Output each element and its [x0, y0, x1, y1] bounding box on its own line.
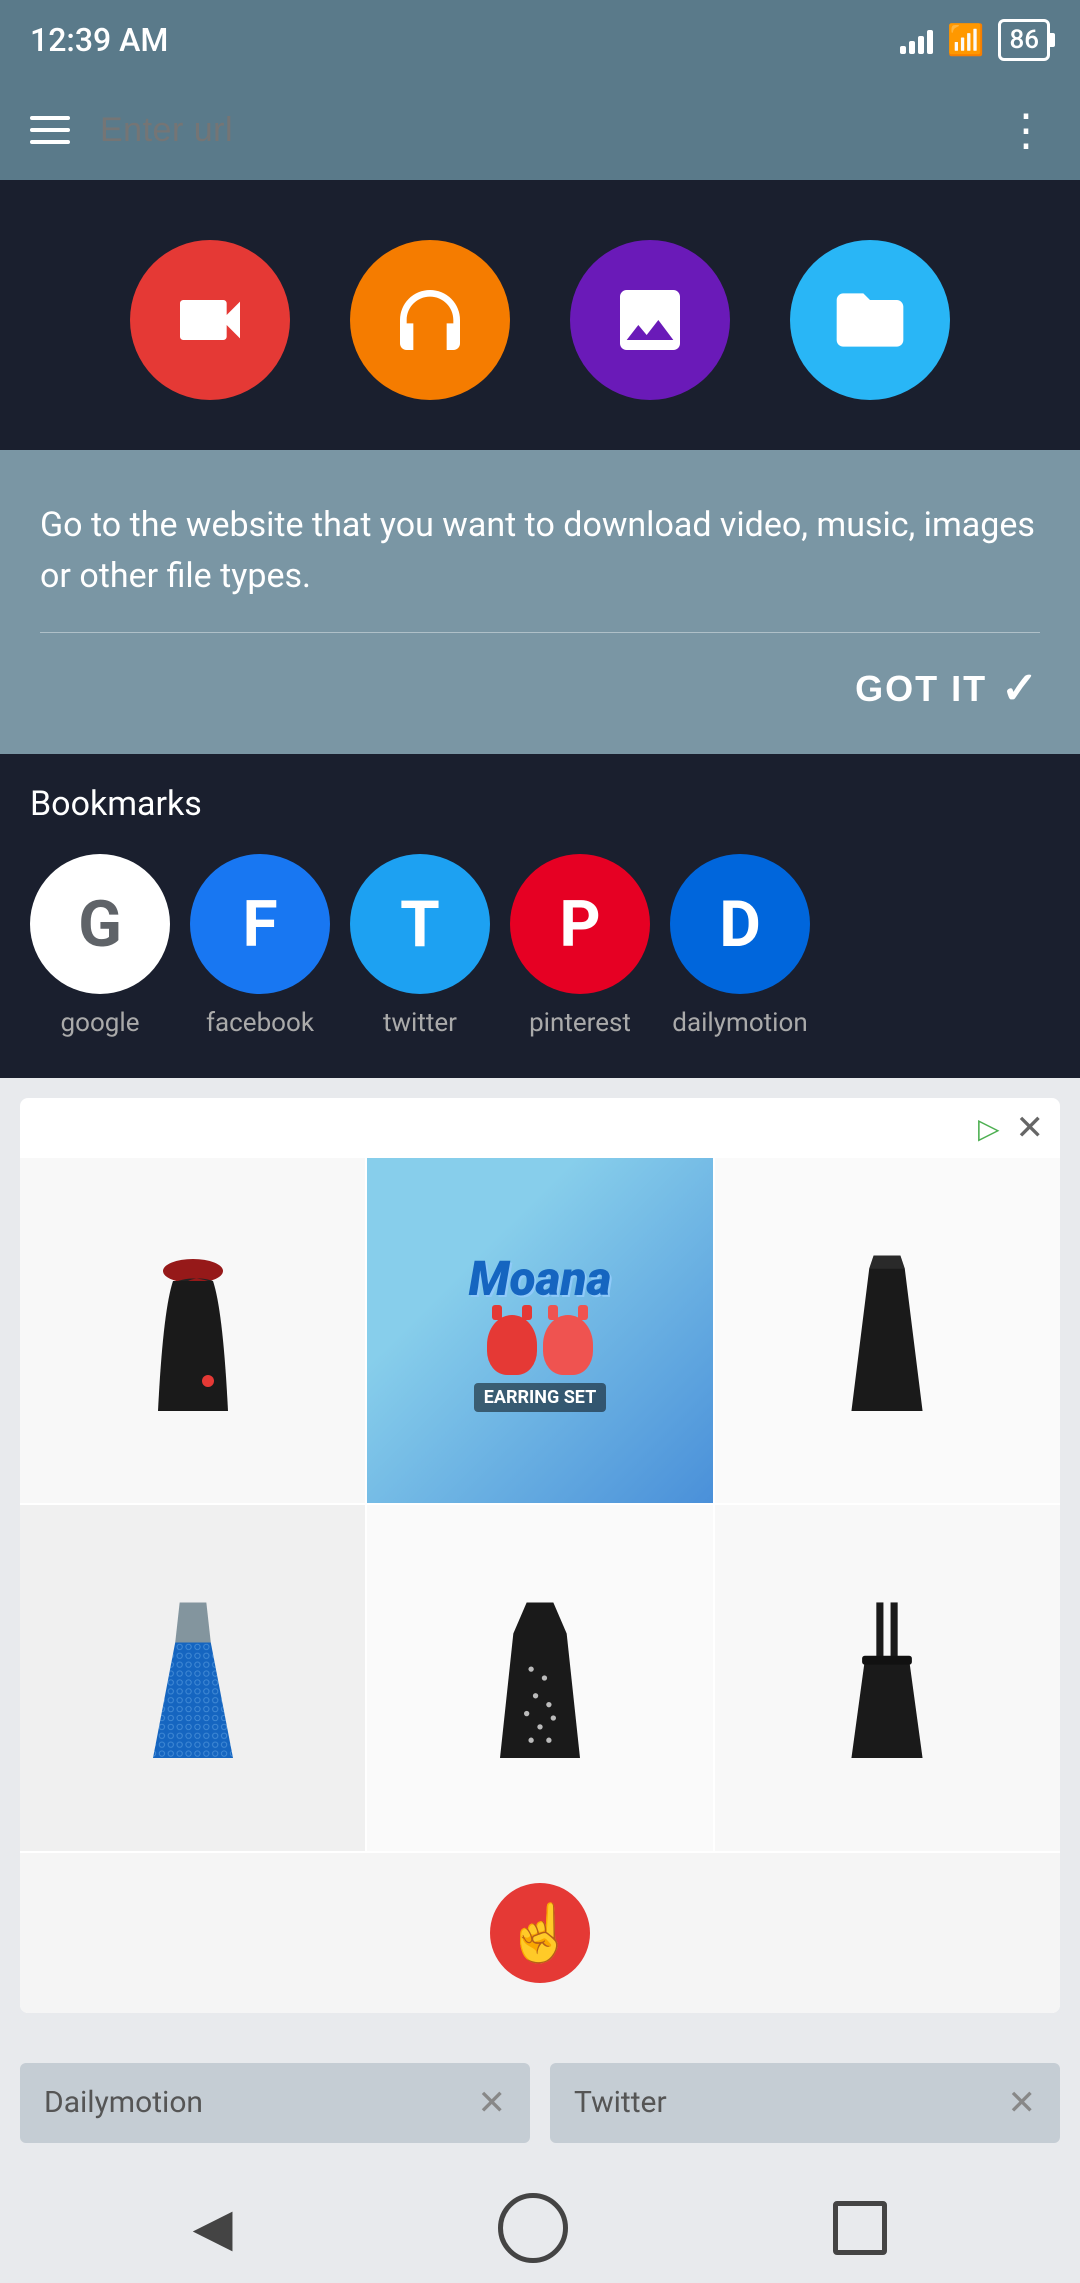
google-circle: G: [30, 854, 170, 994]
folder-download-button[interactable]: [790, 240, 950, 400]
url-input[interactable]: [100, 111, 974, 150]
bookmark-dailymotion[interactable]: D dailymotion: [670, 854, 810, 1038]
image-icon: [610, 280, 690, 360]
dailymotion-circle: D: [670, 854, 810, 994]
home-circle-icon: [498, 2193, 568, 2263]
bookmarks-row: G google F facebook T twitter P pinteres…: [30, 854, 1050, 1038]
earring-set-label: EARRING SET: [474, 1383, 607, 1412]
dailymotion-tab-label: Dailymotion: [44, 2085, 203, 2120]
pinterest-circle: P: [510, 854, 650, 994]
hand-stop-icon: ☝: [490, 1883, 590, 1983]
bottom-tabs-bar: Dailymotion ✕ Twitter ✕: [0, 2033, 1080, 2173]
wifi-icon: 📶: [947, 23, 984, 58]
twitter-tab-close[interactable]: ✕: [1008, 2083, 1037, 2123]
product-cell-3[interactable]: [715, 1158, 1060, 1503]
nav-bar: ◀: [0, 2173, 1080, 2283]
folder-icon: [830, 280, 910, 360]
ad-section: ▷ ✕ Moana: [0, 1078, 1080, 2033]
facebook-circle: F: [190, 854, 330, 994]
twitter-tab-label: Twitter: [574, 2085, 667, 2120]
image-download-button[interactable]: [570, 240, 730, 400]
pinterest-label: pinterest: [529, 1008, 631, 1038]
got-it-row: GOT IT ✓: [40, 663, 1040, 714]
dress-black-sleeveless-image: [842, 1251, 932, 1411]
product-cell-6[interactable]: [715, 1505, 1060, 1850]
hand-icon-row[interactable]: ☝: [20, 1853, 1060, 2013]
top-bar: ⋮: [0, 80, 1080, 180]
twitter-label: twitter: [383, 1008, 457, 1038]
tooltip-section: Go to the website that you want to downl…: [0, 450, 1080, 754]
status-right: 📶 86: [900, 19, 1050, 61]
dress-blue-lace-image: [148, 1598, 238, 1758]
ad-container: ▷ ✕ Moana: [20, 1098, 1060, 2013]
bookmark-facebook[interactable]: F facebook: [190, 854, 330, 1038]
headphones-icon: [390, 280, 470, 360]
video-download-button[interactable]: [130, 240, 290, 400]
twitter-circle: T: [350, 854, 490, 994]
checkmark-icon: ✓: [1001, 663, 1040, 714]
product-cell-moana[interactable]: Moana EARRING SET: [367, 1158, 712, 1503]
bookmark-pinterest[interactable]: P pinterest: [510, 854, 650, 1038]
back-button[interactable]: ◀: [193, 2198, 233, 2258]
product-cell-5[interactable]: [367, 1505, 712, 1850]
ad-header: ▷ ✕: [20, 1098, 1060, 1158]
got-it-button[interactable]: GOT IT ✓: [855, 663, 1040, 714]
moana-earring-creatures: [487, 1315, 593, 1375]
hero-section: [0, 180, 1080, 450]
status-bar: 12:39 AM 📶 86: [0, 0, 1080, 80]
bookmarks-section: Bookmarks G google F facebook T twitter …: [0, 754, 1080, 1078]
product-image-grid: Moana EARRING SET: [20, 1158, 1060, 2013]
bookmarks-title: Bookmarks: [30, 784, 1050, 824]
dailymotion-tab[interactable]: Dailymotion ✕: [20, 2063, 530, 2143]
tooltip-text: Go to the website that you want to downl…: [40, 500, 1040, 602]
bookmark-twitter[interactable]: T twitter: [350, 854, 490, 1038]
dress-black-pattern-image: [495, 1598, 585, 1758]
facebook-label: facebook: [206, 1008, 314, 1038]
ad-controls: ▷ ✕: [978, 1108, 1044, 1148]
battery-indicator: 86: [998, 19, 1050, 61]
status-time: 12:39 AM: [30, 21, 168, 59]
google-label: google: [61, 1008, 140, 1038]
video-camera-icon: [170, 280, 250, 360]
bookmark-google[interactable]: G google: [30, 854, 170, 1038]
menu-button[interactable]: [30, 116, 70, 144]
signal-icon: [900, 26, 933, 54]
dress-suspender-image: [842, 1598, 932, 1758]
recent-apps-button[interactable]: [833, 2201, 887, 2255]
dress-black-red-image: [143, 1251, 243, 1411]
product-cell-1[interactable]: [20, 1158, 365, 1503]
tooltip-divider: [40, 632, 1040, 633]
home-button[interactable]: [498, 2193, 568, 2263]
dailymotion-tab-close[interactable]: ✕: [478, 2083, 507, 2123]
recent-apps-square-icon: [833, 2201, 887, 2255]
product-cell-4[interactable]: [20, 1505, 365, 1850]
ad-close-button[interactable]: ✕: [1016, 1108, 1045, 1148]
dailymotion-label: dailymotion: [672, 1008, 807, 1038]
ad-play-icon: ▷: [978, 1112, 1000, 1145]
more-options-button[interactable]: ⋮: [1004, 108, 1050, 152]
moana-title-text: Moana: [469, 1250, 612, 1307]
twitter-tab[interactable]: Twitter ✕: [550, 2063, 1060, 2143]
music-download-button[interactable]: [350, 240, 510, 400]
